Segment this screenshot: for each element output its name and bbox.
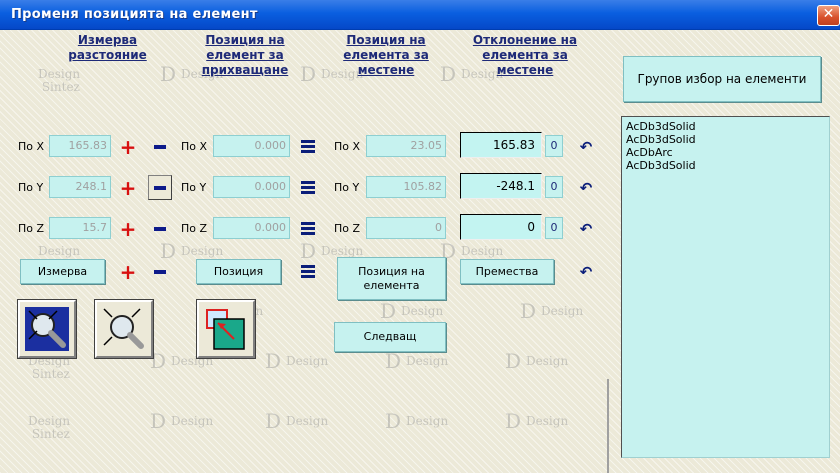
measure-z-label: По Z xyxy=(18,222,45,235)
offset-x-undo-button[interactable]: ↶ xyxy=(576,136,596,157)
plus-icon: + xyxy=(119,134,137,159)
measure-y-plus-button[interactable]: + xyxy=(118,177,138,198)
pick-point-button[interactable] xyxy=(196,299,256,359)
element-z-field[interactable]: 0 xyxy=(366,217,446,239)
offset-z-field[interactable]: 0 xyxy=(460,214,542,240)
element-position-button[interactable]: Позиция на елемента xyxy=(337,257,446,300)
undo-icon: ↶ xyxy=(579,262,593,281)
measure-all-plus-button[interactable]: + xyxy=(118,261,138,282)
measure-z-plus-button[interactable]: + xyxy=(118,218,138,239)
move-button[interactable]: Премества xyxy=(460,259,554,284)
grip-y-label: По Y xyxy=(181,181,207,194)
equals-icon xyxy=(301,145,315,148)
measure-x-plus-button[interactable]: + xyxy=(118,136,138,157)
divider xyxy=(607,379,609,473)
element-z-label: По Z xyxy=(334,222,361,235)
selected-elements-list[interactable]: AcDb3dSolid AcDb3dSolid AcDbArc AcDb3dSo… xyxy=(621,116,830,458)
minus-icon xyxy=(154,144,166,149)
plus-icon: + xyxy=(119,259,137,284)
element-x-label: По X xyxy=(334,140,361,153)
dialog-body: Design Sintez D Design D Design D Design De… xyxy=(0,30,840,473)
group-select-button[interactable]: Групов избор на елементи xyxy=(623,56,821,102)
list-item[interactable]: AcDbArc xyxy=(626,146,825,159)
offset-y-undo-button[interactable]: ↶ xyxy=(576,177,596,198)
header-offset: Отклонение на елемента за местене xyxy=(472,33,578,77)
plus-icon: + xyxy=(119,175,137,200)
undo-icon: ↶ xyxy=(579,178,593,197)
measure-y-label: По Y xyxy=(18,181,44,194)
zoom-out-icon xyxy=(103,308,144,349)
grip-y-field[interactable]: 0.000 xyxy=(213,176,290,198)
header-grip-position: Позиция на елемент за прихващане xyxy=(201,33,289,77)
grip-z-label: По Z xyxy=(181,222,208,235)
plus-icon: + xyxy=(119,216,137,241)
undo-icon: ↶ xyxy=(579,137,593,156)
equals-icon xyxy=(301,227,315,230)
list-item[interactable]: AcDb3dSolid xyxy=(626,120,825,133)
measure-z-field[interactable]: 15.7 xyxy=(49,217,111,239)
offset-z-undo-button[interactable]: ↶ xyxy=(576,218,596,239)
element-y-label: По Y xyxy=(334,181,360,194)
zoom-out-button[interactable] xyxy=(94,299,154,359)
window-title: Променя позицията на елемент xyxy=(11,7,258,22)
minus-icon xyxy=(154,185,166,190)
list-item[interactable]: AcDb3dSolid xyxy=(626,133,825,146)
grip-y-equal-button[interactable] xyxy=(298,177,318,198)
element-y-field[interactable]: 105.82 xyxy=(366,176,446,198)
grip-x-label: По X xyxy=(181,140,208,153)
position-equal-button[interactable] xyxy=(298,261,318,282)
grip-z-field[interactable]: 0.000 xyxy=(213,217,290,239)
offset-y-zero-button[interactable]: 0 xyxy=(545,176,563,198)
equals-icon xyxy=(301,186,315,189)
measure-x-label: По X xyxy=(18,140,45,153)
offset-x-zero-button[interactable]: 0 xyxy=(545,135,563,157)
minus-icon xyxy=(154,269,166,274)
offset-x-field[interactable]: 165.83 xyxy=(460,132,542,158)
equals-icon xyxy=(301,270,315,273)
element-x-field[interactable]: 23.05 xyxy=(366,135,446,157)
measure-button[interactable]: Измерва xyxy=(20,259,105,284)
measure-z-minus-button[interactable] xyxy=(150,218,170,239)
next-button[interactable]: Следващ xyxy=(334,322,446,352)
undo-icon: ↶ xyxy=(579,219,593,238)
measure-all-minus-button[interactable] xyxy=(150,261,170,282)
grip-x-equal-button[interactable] xyxy=(298,136,318,157)
offset-y-field[interactable]: -248.1 xyxy=(460,173,542,199)
minus-icon xyxy=(154,226,166,231)
pick-point-icon xyxy=(206,309,245,350)
measure-x-minus-button[interactable] xyxy=(150,136,170,157)
header-element-position: Позиция на елемента за местене xyxy=(343,33,429,77)
close-button[interactable]: ✕ xyxy=(817,5,840,26)
move-undo-button[interactable]: ↶ xyxy=(576,261,596,282)
zoom-in-button[interactable] xyxy=(17,299,77,359)
grip-z-equal-button[interactable] xyxy=(298,218,318,239)
measure-x-field[interactable]: 165.83 xyxy=(49,135,111,157)
measure-y-minus-button[interactable] xyxy=(148,175,172,200)
grip-x-field[interactable]: 0.000 xyxy=(213,135,290,157)
list-item[interactable]: AcDb3dSolid xyxy=(626,159,825,172)
measure-y-field[interactable]: 248.1 xyxy=(49,176,111,198)
zoom-in-icon xyxy=(25,307,69,351)
header-measure-distance: Измерва разстояние xyxy=(68,33,147,62)
title-bar: Променя позицията на елемент ✕ xyxy=(0,0,840,30)
offset-z-zero-button[interactable]: 0 xyxy=(545,217,563,239)
position-button[interactable]: Позиция xyxy=(196,259,281,284)
